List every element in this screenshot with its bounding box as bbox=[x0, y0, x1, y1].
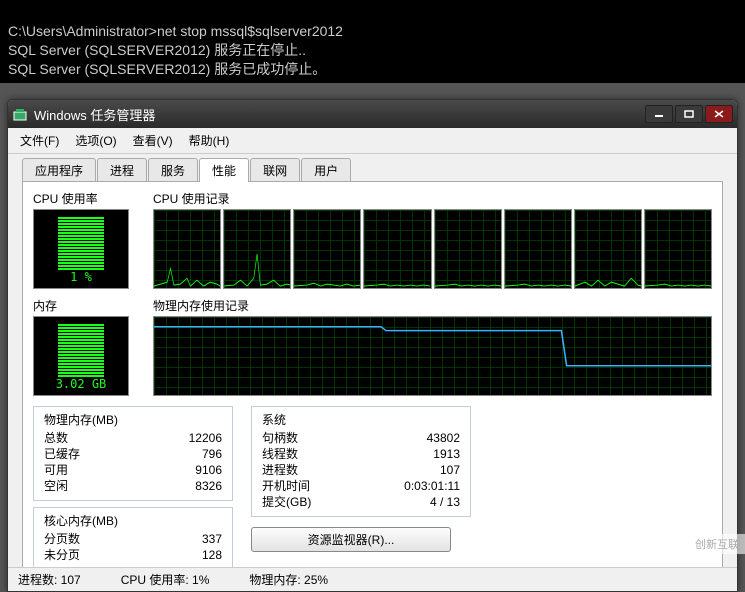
cpu-history-charts bbox=[153, 209, 712, 289]
maximize-button[interactable] bbox=[675, 105, 703, 123]
app-icon bbox=[12, 106, 28, 122]
cmd-line-1: C:\Users\Administrator>net stop mssql$sq… bbox=[8, 23, 343, 39]
tab-performance[interactable]: 性能 bbox=[199, 158, 249, 182]
tab-processes[interactable]: 进程 bbox=[97, 158, 147, 182]
window-title: Windows 任务管理器 bbox=[34, 105, 645, 124]
close-button[interactable] bbox=[705, 105, 733, 123]
status-memory: 物理内存: 25% bbox=[249, 571, 328, 588]
command-prompt: C:\Users\Administrator>net stop mssql$sq… bbox=[0, 0, 745, 83]
menu-bar: 文件(F) 选项(O) 查看(V) 帮助(H) bbox=[8, 128, 737, 154]
menu-help[interactable]: 帮助(H) bbox=[183, 130, 236, 151]
memory-history-chart bbox=[153, 316, 712, 396]
tab-services[interactable]: 服务 bbox=[148, 158, 198, 182]
status-bar: 进程数: 107 CPU 使用率: 1% 物理内存: 25% bbox=[8, 567, 737, 591]
cpu-usage-label: CPU 使用率 bbox=[33, 190, 143, 207]
resource-monitor-button[interactable]: 资源监视器(R)... bbox=[251, 527, 451, 552]
system-header: 系统 bbox=[262, 411, 460, 428]
physical-memory-box: 物理内存(MB) 总数12206 已缓存796 可用9106 空闲8326 bbox=[33, 406, 233, 501]
kernel-mem-header: 核心内存(MB) bbox=[44, 512, 222, 529]
status-cpu: CPU 使用率: 1% bbox=[121, 571, 210, 588]
tab-networking[interactable]: 联网 bbox=[250, 158, 300, 182]
watermark: 创新互联 bbox=[689, 534, 745, 554]
memory-value: 3.02 GB bbox=[56, 377, 107, 391]
kernel-memory-box: 核心内存(MB) 分页数337 未分页128 bbox=[33, 507, 233, 570]
phys-mem-history-label: 物理内存使用记录 bbox=[153, 297, 712, 314]
titlebar[interactable]: Windows 任务管理器 bbox=[8, 100, 737, 128]
tab-users[interactable]: 用户 bbox=[301, 158, 351, 182]
phys-mem-header: 物理内存(MB) bbox=[44, 411, 222, 428]
cmd-line-2: SQL Server (SQLSERVER2012) 服务正在停止.. bbox=[8, 42, 306, 58]
system-box: 系统 句柄数43802 线程数1913 进程数107 开机时间0:03:01:1… bbox=[251, 406, 471, 517]
task-manager-window: Windows 任务管理器 文件(F) 选项(O) 查看(V) 帮助(H) 应用… bbox=[7, 99, 738, 592]
menu-options[interactable]: 选项(O) bbox=[69, 130, 122, 151]
tab-applications[interactable]: 应用程序 bbox=[22, 158, 96, 182]
cpu-usage-gauge: 1 % bbox=[33, 209, 129, 289]
tab-strip: 应用程序 进程 服务 性能 联网 用户 bbox=[8, 154, 737, 182]
performance-panel: CPU 使用率 1 % CPU 使用记录 bbox=[22, 181, 723, 581]
menu-view[interactable]: 查看(V) bbox=[127, 130, 179, 151]
memory-gauge: 3.02 GB bbox=[33, 316, 129, 396]
status-processes: 进程数: 107 bbox=[18, 571, 81, 588]
memory-label: 内存 bbox=[33, 297, 143, 314]
cpu-usage-value: 1 % bbox=[70, 270, 92, 284]
cpu-history-label: CPU 使用记录 bbox=[153, 190, 712, 207]
minimize-button[interactable] bbox=[645, 105, 673, 123]
cmd-line-3: SQL Server (SQLSERVER2012) 服务已成功停止。 bbox=[8, 61, 326, 77]
menu-file[interactable]: 文件(F) bbox=[14, 130, 65, 151]
